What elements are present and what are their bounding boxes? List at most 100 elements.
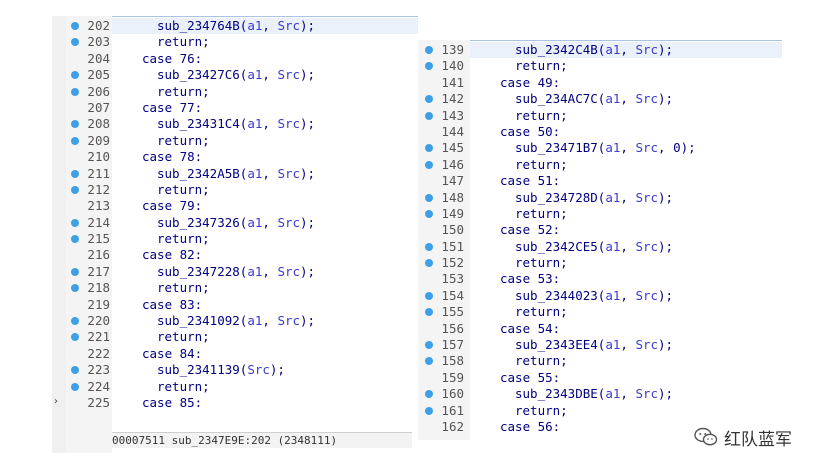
code-line[interactable]: 142 sub_234AC7C(a1, Src); (418, 91, 782, 107)
code-line[interactable]: 150 case 52: (418, 222, 782, 238)
breakpoint-dot-icon[interactable] (71, 382, 79, 391)
breakpoint-dot-icon[interactable] (71, 317, 79, 326)
code-line[interactable]: 154 sub_2344023(a1, Src); (418, 288, 782, 304)
breakpoint-dot-icon[interactable] (71, 333, 79, 342)
breakpoint-dot-icon[interactable] (425, 209, 433, 218)
code-line[interactable]: 213 case 79: (52, 198, 418, 214)
breakpoint-dot-icon[interactable] (425, 160, 433, 169)
code-line[interactable]: 220 sub_2341092(a1, Src); (52, 313, 418, 329)
breakpoint-dot-icon[interactable] (425, 390, 433, 399)
breakpoint-dot-icon[interactable] (71, 235, 79, 244)
breakpoint-dot-icon[interactable] (71, 22, 79, 30)
breakpoint-dot-icon[interactable] (425, 291, 433, 300)
code-line[interactable]: 207 case 77: (52, 100, 418, 116)
code-line[interactable]: 141 case 49: (418, 75, 782, 91)
code-line[interactable]: 203 return; (52, 34, 418, 50)
breakpoint-dot-icon[interactable] (425, 193, 433, 202)
code-text: case 85: (142, 394, 203, 410)
breakpoint-dot-icon[interactable] (425, 406, 433, 415)
code-line[interactable]: 148 sub_234728D(a1, Src); (418, 190, 782, 206)
code-line[interactable]: 202 sub_234764B(a1, Src); (52, 18, 418, 35)
breakpoint-dot-icon[interactable] (425, 46, 433, 54)
code-line[interactable]: 211 sub_2342A5B(a1, Src); (52, 166, 418, 182)
code-line[interactable]: 222 case 84: (52, 346, 418, 362)
breakpoint-dot-icon[interactable] (71, 71, 79, 80)
code-text: sub_2342A5B(a1, Src); (157, 165, 316, 181)
code-line[interactable]: 214 sub_2347326(a1, Src); (52, 215, 418, 231)
breakpoint-dot-icon[interactable] (71, 267, 79, 276)
breakpoint-dot-icon[interactable] (425, 242, 433, 251)
code-line[interactable]: 221 return; (52, 329, 418, 345)
wechat-logo-icon (694, 427, 718, 446)
line-number: 141 (441, 74, 464, 90)
code-line[interactable]: 216 case 82: (52, 247, 418, 263)
code-text: return; (515, 304, 568, 320)
line-number: 214 (87, 214, 110, 230)
breakpoint-dot-icon[interactable] (71, 185, 79, 194)
code-line[interactable]: 139 sub_2342C4B(a1, Src); (418, 42, 782, 59)
code-line[interactable]: 225 case 85: (52, 395, 418, 411)
code-text: case 77: (142, 99, 203, 115)
code-line[interactable]: 145 sub_23471B7(a1, Src, 0); (418, 140, 782, 156)
code-text: case 79: (142, 198, 203, 214)
code-line[interactable]: 149 return; (418, 206, 782, 222)
code-view[interactable]: 202 sub_234764B(a1, Src); 203 return; 204 cas… (52, 18, 418, 411)
breakpoint-dot-icon[interactable] (425, 95, 433, 104)
breakpoint-dot-icon[interactable] (425, 341, 433, 350)
breakpoint-dot-icon[interactable] (71, 87, 79, 96)
code-line[interactable]: 140 return; (418, 58, 782, 74)
line-number: 150 (441, 222, 464, 238)
breakpoint-dot-icon[interactable] (425, 259, 433, 268)
code-view[interactable]: 139 sub_2342C4B(a1, Src); 140 return; 141 cas… (418, 42, 782, 435)
line-number: 218 (87, 280, 110, 296)
code-line[interactable]: 223 sub_2341139(Src); (52, 362, 418, 378)
code-line[interactable]: 224 return; (52, 379, 418, 395)
code-line[interactable]: 151 sub_2342CE5(a1, Src); (418, 239, 782, 255)
code-line[interactable]: 217 sub_2347228(a1, Src); (52, 264, 418, 280)
breakpoint-dot-icon[interactable] (71, 136, 79, 145)
code-line[interactable]: 205 sub_23427C6(a1, Src); (52, 67, 418, 83)
code-line[interactable]: 155 return; (418, 304, 782, 320)
code-line[interactable]: 156 case 54: (418, 321, 782, 337)
line-number: 143 (441, 107, 464, 123)
code-line[interactable]: 219 case 83: (52, 297, 418, 313)
code-line[interactable]: 215 return; (52, 231, 418, 247)
code-line[interactable]: 209 return; (52, 133, 418, 149)
code-line[interactable]: 152 return; (418, 255, 782, 271)
code-line[interactable]: 146 return; (418, 157, 782, 173)
code-line[interactable]: 158 return; (418, 353, 782, 369)
code-line[interactable]: 157 sub_2343EE4(a1, Src); (418, 337, 782, 353)
code-line[interactable]: 160 sub_2343DBE(a1, Src); (418, 386, 782, 402)
code-line[interactable]: 161 return; (418, 403, 782, 419)
code-line[interactable]: 153 case 53: (418, 271, 782, 287)
breakpoint-dot-icon[interactable] (71, 366, 79, 375)
code-line[interactable]: 212 return; (52, 182, 418, 198)
watermark: 红队蓝军 (694, 424, 792, 450)
breakpoint-dot-icon[interactable] (425, 111, 433, 120)
breakpoint-dot-icon[interactable] (71, 218, 79, 227)
code-line[interactable]: 210 case 78: (52, 149, 418, 165)
code-line[interactable]: 159 case 55: (418, 370, 782, 386)
breakpoint-dot-icon[interactable] (71, 169, 79, 178)
code-line[interactable]: 143 return; (418, 108, 782, 124)
line-number: 156 (441, 320, 464, 336)
breakpoint-dot-icon[interactable] (425, 357, 433, 366)
breakpoint-dot-icon[interactable] (71, 38, 79, 47)
code-line[interactable]: 206 return; (52, 84, 418, 100)
code-line[interactable]: 147 case 51: (418, 173, 782, 189)
code-text: return; (515, 353, 568, 369)
code-text: sub_2344023(a1, Src); (515, 287, 674, 303)
panel-top-border (112, 16, 418, 17)
breakpoint-dot-icon[interactable] (425, 62, 433, 71)
line-number: 222 (87, 345, 110, 361)
breakpoint-dot-icon[interactable] (71, 120, 79, 129)
code-text: return; (157, 132, 210, 148)
code-line[interactable]: 208 sub_23431C4(a1, Src); (52, 116, 418, 132)
breakpoint-dot-icon[interactable] (71, 284, 79, 293)
breakpoint-dot-icon[interactable] (425, 308, 433, 317)
breakpoint-dot-icon[interactable] (425, 144, 433, 153)
code-line[interactable]: 218 return; (52, 280, 418, 296)
code-line[interactable]: 204 case 76: (52, 51, 418, 67)
code-text: return; (515, 402, 568, 418)
code-line[interactable]: 144 case 50: (418, 124, 782, 140)
